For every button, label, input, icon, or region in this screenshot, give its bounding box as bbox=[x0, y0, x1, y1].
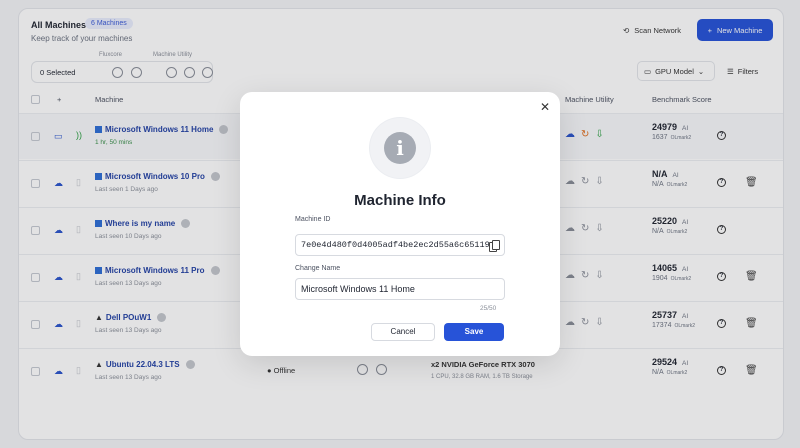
close-icon[interactable]: ✕ bbox=[540, 100, 550, 114]
change-name-input[interactable]: Microsoft Windows 11 Home bbox=[295, 278, 505, 300]
cancel-button[interactable]: Cancel bbox=[371, 323, 435, 341]
info-icon: i bbox=[384, 132, 416, 164]
copy-icon[interactable] bbox=[489, 240, 500, 252]
machine-id-value: 7e0e4d480f0d4005adf4be2ec2d55a6c65119 bbox=[301, 240, 490, 250]
change-name-label: Change Name bbox=[295, 265, 341, 272]
dialog-title: Machine Info bbox=[354, 192, 446, 209]
character-count: 25/50 bbox=[480, 305, 497, 312]
machine-id-label: Machine ID bbox=[295, 216, 331, 223]
machine-info-dialog: ✕ i Machine Info Machine ID 7e0e4d480f0d… bbox=[240, 92, 560, 356]
save-button[interactable]: Save bbox=[444, 323, 504, 341]
info-icon-badge: i bbox=[370, 118, 430, 178]
change-name-value: Microsoft Windows 11 Home bbox=[301, 284, 415, 294]
machine-id-field[interactable]: 7e0e4d480f0d4005adf4be2ec2d55a6c65119 bbox=[295, 234, 505, 256]
